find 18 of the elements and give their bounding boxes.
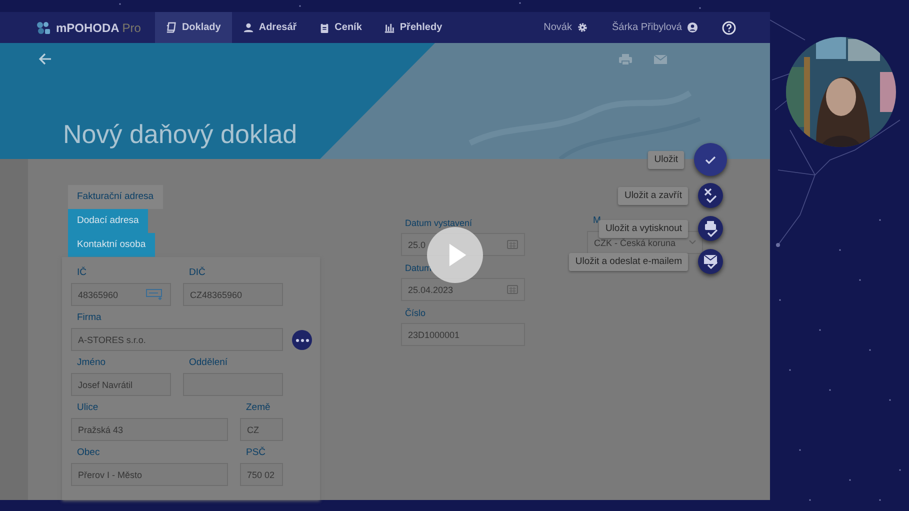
field-label: Datum vystavení <box>404 217 474 230</box>
page-title: Nový daňový doklad <box>63 119 298 149</box>
field-label: Oddělení <box>188 356 229 370</box>
action-tooltip: Uložit a odeslat e-mailem <box>569 252 688 270</box>
action-tooltip: Uložit a zavřít <box>618 186 688 204</box>
field-label: Firma <box>76 311 102 325</box>
field-label: PSČ <box>245 446 267 460</box>
action-tooltip: Uložit <box>648 150 684 168</box>
field-label: Číslo <box>404 307 427 320</box>
field-label: IČ <box>76 266 88 280</box>
field-label: Datum <box>404 262 433 275</box>
field-label: Obec <box>76 446 101 460</box>
field-label: Ulice <box>76 401 100 415</box>
field-label: DIČ <box>188 266 206 280</box>
app-logo: mPOHODA Pro <box>56 20 141 34</box>
action-tooltip: Uložit a vytisknout <box>599 220 688 238</box>
field-label: Země <box>245 401 272 415</box>
field-label: Jméno <box>76 356 107 370</box>
